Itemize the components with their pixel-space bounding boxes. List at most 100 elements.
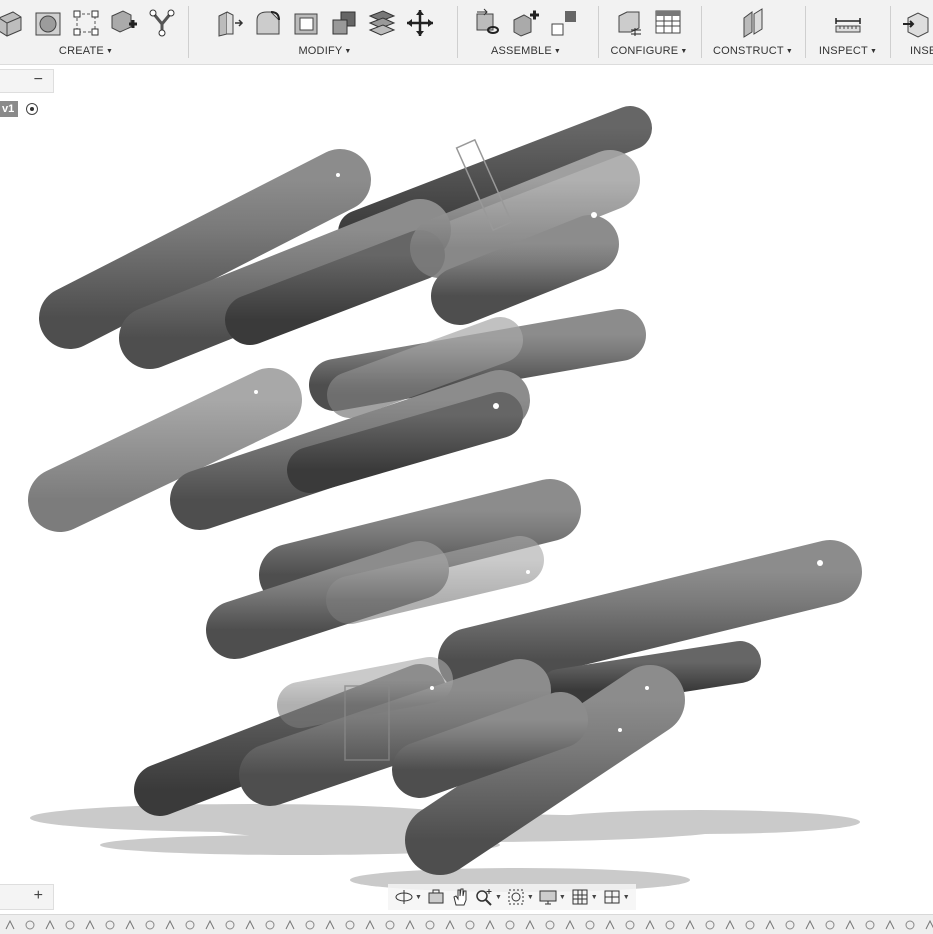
fit-button[interactable]: ▼ xyxy=(506,886,534,908)
timeline-feature-icon[interactable] xyxy=(84,918,96,930)
measure-icon[interactable] xyxy=(831,6,865,40)
toolbar: CREATE ▼ MODIFY ▼ ASSEMBLE ▼ CONFIGURE ▼… xyxy=(0,0,933,65)
timeline-feature-icon[interactable] xyxy=(544,918,556,930)
timeline-feature-icon[interactable] xyxy=(764,918,776,930)
create-menu[interactable]: CREATE ▼ xyxy=(0,45,192,57)
move-copy-icon[interactable] xyxy=(403,6,437,40)
canvas-viewport[interactable] xyxy=(0,66,933,916)
timeline-feature-icon[interactable] xyxy=(264,918,276,930)
timeline-feature-icon[interactable] xyxy=(224,918,236,930)
construct-menu[interactable]: CONSTRUCT ▼ xyxy=(706,45,800,57)
timeline-feature-icon[interactable] xyxy=(704,918,716,930)
fillet-icon[interactable] xyxy=(251,6,285,40)
as-built-joint-icon[interactable] xyxy=(547,6,581,40)
grid-icon xyxy=(572,889,588,905)
active-document-radio[interactable] xyxy=(26,103,39,115)
timeline-feature-icon[interactable] xyxy=(24,918,36,930)
grid-button[interactable]: ▼ xyxy=(570,886,598,908)
combine-icon[interactable] xyxy=(327,6,361,40)
inspect-menu[interactable]: INSPECT ▼ xyxy=(810,45,886,57)
model-view[interactable] xyxy=(0,66,933,916)
look-at-button[interactable] xyxy=(426,886,446,908)
timeline-feature-icon[interactable] xyxy=(364,918,376,930)
configure-icon[interactable] xyxy=(613,6,647,40)
fit-icon xyxy=(508,889,524,905)
cylinder-icon[interactable] xyxy=(31,6,65,40)
display-settings-icon xyxy=(539,890,557,905)
timeline-feature-icon[interactable] xyxy=(344,918,356,930)
modify-menu[interactable]: MODIFY ▼ xyxy=(194,45,456,57)
timeline-feature-icon[interactable] xyxy=(824,918,836,930)
insert-icon[interactable] xyxy=(898,6,932,40)
zoom-button[interactable]: ▼ xyxy=(474,886,502,908)
timeline-feature-icon[interactable] xyxy=(184,918,196,930)
timeline-feature-icon[interactable] xyxy=(384,918,396,930)
add-comment-button[interactable]: + xyxy=(34,887,43,905)
timeline-feature-icon[interactable] xyxy=(864,918,876,930)
timeline-feature-icon[interactable] xyxy=(564,918,576,930)
timeline-feature-icon[interactable] xyxy=(64,918,76,930)
timeline-feature-icon[interactable] xyxy=(324,918,336,930)
timeline-feature-icon[interactable] xyxy=(284,918,296,930)
timeline-feature-icon[interactable] xyxy=(924,918,933,930)
timeline-feature-icon[interactable] xyxy=(104,918,116,930)
orbit-button[interactable]: ▼ xyxy=(394,886,422,908)
navigation-bar: ▼ ▼ ▼ ▼ ▼ ▼ xyxy=(388,884,636,910)
insert-group: INSE xyxy=(898,0,933,64)
timeline-feature-icon[interactable] xyxy=(644,918,656,930)
timeline-feature-icon[interactable] xyxy=(524,918,536,930)
configure-menu[interactable]: CONFIGURE ▼ xyxy=(602,45,696,57)
box-icon[interactable] xyxy=(0,6,27,40)
configuration-table-icon[interactable] xyxy=(651,6,685,40)
press-pull-icon[interactable] xyxy=(213,6,247,40)
timeline-feature-icon[interactable] xyxy=(684,918,696,930)
browser-document-row[interactable]: v1 xyxy=(0,99,39,119)
timeline-feature-icon[interactable] xyxy=(724,918,736,930)
timeline-feature-icon[interactable] xyxy=(124,918,136,930)
split-body-icon[interactable] xyxy=(365,6,399,40)
timeline-feature-icon[interactable] xyxy=(744,918,756,930)
timeline-feature-icon[interactable] xyxy=(664,918,676,930)
timeline-feature-icon[interactable] xyxy=(504,918,516,930)
timeline-feature-icon[interactable] xyxy=(444,918,456,930)
construct-group: CONSTRUCT ▼ xyxy=(706,0,800,64)
timeline-feature-icon[interactable] xyxy=(404,918,416,930)
modify-group: MODIFY ▼ xyxy=(194,0,456,64)
timeline-feature-icon[interactable] xyxy=(624,918,636,930)
timeline-feature-icon[interactable] xyxy=(244,918,256,930)
timeline-feature-icon[interactable] xyxy=(804,918,816,930)
timeline-feature-icon[interactable] xyxy=(904,918,916,930)
timeline-feature-icon[interactable] xyxy=(844,918,856,930)
toolbar-divider xyxy=(701,6,702,58)
timeline-feature-icon[interactable] xyxy=(44,918,56,930)
timeline-feature-icon[interactable] xyxy=(144,918,156,930)
timeline-bar xyxy=(0,914,933,934)
toolbar-divider xyxy=(457,6,458,58)
joint-icon[interactable] xyxy=(471,6,505,40)
timeline-feature-icon[interactable] xyxy=(424,918,436,930)
collapse-browser-button[interactable]: − xyxy=(34,71,43,89)
sketch-icon[interactable] xyxy=(69,6,103,40)
new-component-icon[interactable] xyxy=(509,6,543,40)
timeline-feature-icon[interactable] xyxy=(304,918,316,930)
viewports-button[interactable]: ▼ xyxy=(602,886,630,908)
configure-group: CONFIGURE ▼ xyxy=(602,0,696,64)
timeline-feature-icon[interactable] xyxy=(4,918,16,930)
combine-plus-icon[interactable] xyxy=(107,6,141,40)
timeline-feature-icon[interactable] xyxy=(584,918,596,930)
timeline-feature-icon[interactable] xyxy=(464,918,476,930)
timeline-feature-icon[interactable] xyxy=(204,918,216,930)
timeline-feature-icon[interactable] xyxy=(164,918,176,930)
timeline-feature-icon[interactable] xyxy=(884,918,896,930)
offset-plane-icon[interactable] xyxy=(736,6,770,40)
form-icon[interactable] xyxy=(145,6,179,40)
display-settings-button[interactable]: ▼ xyxy=(538,886,566,908)
timeline-feature-icon[interactable] xyxy=(784,918,796,930)
timeline-feature-icon[interactable] xyxy=(604,918,616,930)
shell-icon[interactable] xyxy=(289,6,323,40)
pan-button[interactable] xyxy=(450,886,470,908)
insert-menu[interactable]: INSE xyxy=(910,45,933,57)
create-group: CREATE ▼ xyxy=(0,0,192,64)
assemble-menu[interactable]: ASSEMBLE ▼ xyxy=(462,45,590,57)
timeline-feature-icon[interactable] xyxy=(484,918,496,930)
